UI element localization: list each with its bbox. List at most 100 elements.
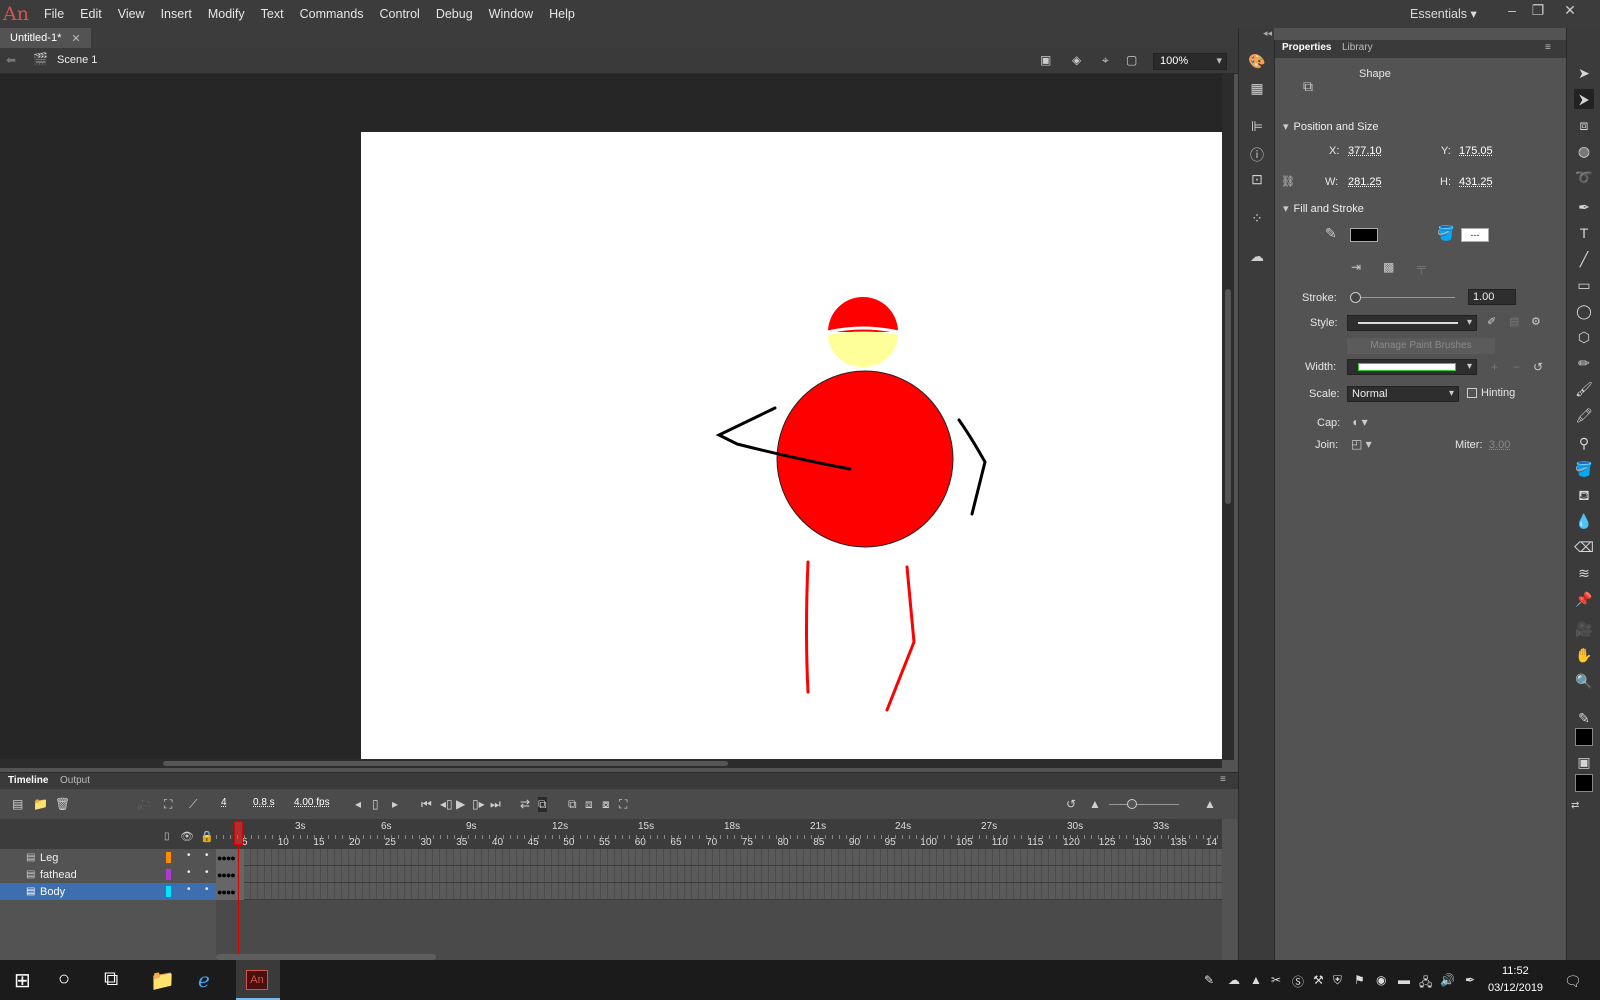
task-view-icon[interactable]: ⧉ [104, 968, 118, 991]
step-back-icon[interactable]: ◂▯ [440, 797, 453, 811]
line-tool-icon[interactable]: ╱ [1574, 249, 1594, 269]
tab-output[interactable]: Output [60, 775, 90, 786]
menu-commands[interactable]: Commands [292, 7, 372, 21]
color-palette-icon[interactable]: 🎨 [1247, 53, 1267, 71]
cc-libraries-icon[interactable]: ☁ [1247, 248, 1267, 266]
outline-toggle-icon[interactable]: ▯ [164, 831, 170, 842]
menu-file[interactable]: File [36, 7, 72, 21]
tray-wrench-icon[interactable]: ⚒ [1313, 973, 1324, 987]
file-explorer-icon[interactable]: 📁 [150, 968, 175, 993]
tray-nvidia-icon[interactable]: ◉ [1376, 973, 1386, 987]
vertical-scroll-thumb[interactable] [1225, 289, 1231, 504]
layer-lock-dot[interactable]: • [205, 867, 209, 878]
left-leg-stroke[interactable] [805, 560, 810, 694]
eyedropper-tool-icon[interactable]: 💧 [1574, 511, 1594, 531]
tray-pen-icon[interactable]: ✎ [1204, 973, 1214, 987]
w-field[interactable]: 281.25 [1348, 176, 1382, 188]
subselection-tool-icon[interactable]: ⮞ [1574, 89, 1594, 109]
playhead-handle[interactable] [234, 821, 243, 845]
tab-timeline[interactable]: Timeline [8, 775, 48, 786]
stroke-color-tool-swatch[interactable] [1575, 728, 1593, 746]
free-transform-tool-icon[interactable]: ⧈ [1574, 115, 1594, 135]
cap-style-dropdown[interactable]: ◖ ▾ [1351, 415, 1368, 429]
stroke-slider-track[interactable] [1355, 297, 1455, 298]
menu-help[interactable]: Help [541, 7, 583, 21]
edit-scene-icon[interactable]: ▣ [1040, 53, 1051, 67]
layer-depth-icon[interactable]: ⟋ [189, 797, 197, 812]
scale-dropdown[interactable]: Normal ▾ [1347, 386, 1459, 402]
fill-color-tool-swatch[interactable] [1575, 774, 1593, 792]
camera-tool-icon[interactable]: 🎥 [1574, 619, 1594, 639]
add-camera-icon[interactable]: 🎥 [137, 797, 152, 811]
animate-taskbar-button[interactable]: An [236, 960, 280, 1000]
go-to-first-frame-icon[interactable]: ⏮ [421, 797, 432, 812]
3d-rotation-tool-icon[interactable]: ◍ [1574, 141, 1594, 161]
menu-text[interactable]: Text [253, 7, 292, 21]
right-arm-stroke[interactable] [957, 418, 987, 516]
layer-parenting-icon[interactable]: ⛶ [164, 797, 172, 812]
hand-tool-icon[interactable]: ✋ [1574, 645, 1594, 665]
play-icon[interactable]: ▶ [456, 797, 465, 811]
fill-color-icon[interactable]: ▣ [1574, 752, 1594, 772]
layer-name[interactable]: fathead [40, 869, 77, 881]
new-layer-icon[interactable]: ▤ [12, 797, 23, 811]
x-field[interactable]: 377.10 [1348, 145, 1382, 157]
menu-control[interactable]: Control [372, 7, 428, 21]
face-shape[interactable] [828, 331, 898, 368]
brush-settings-icon[interactable]: ⚙ [1531, 315, 1541, 328]
paint-bucket-tool-icon[interactable]: 🪣 [1574, 459, 1594, 479]
timeline-menu-icon[interactable]: ≡ [1220, 774, 1226, 785]
stage-vertical-scrollbar[interactable] [1222, 74, 1234, 760]
frame-row-fathead[interactable] [216, 866, 1222, 883]
notifications-icon[interactable]: 🗨 [1564, 973, 1582, 990]
stroke-slider-thumb[interactable] [1350, 292, 1361, 303]
step-forward-icon[interactable]: ▯▸ [472, 797, 485, 811]
layer-name[interactable]: Body [40, 886, 65, 898]
reset-width-icon[interactable]: ↺ [1533, 360, 1543, 374]
layer-name[interactable]: Leg [40, 852, 58, 864]
h-field[interactable]: 431.25 [1459, 176, 1493, 188]
edit-multiple-frames-icon[interactable]: ⧇ [602, 797, 610, 812]
selection-tool-icon[interactable]: ➤ [1574, 63, 1594, 83]
frame-size-slider-track[interactable] [1109, 804, 1179, 805]
panel-menu-icon[interactable]: ≡ [1545, 42, 1551, 53]
layer-visibility-dot[interactable]: • [187, 867, 191, 878]
rectangle-tool-icon[interactable]: ▭ [1574, 275, 1594, 295]
frame-size-slider-thumb[interactable] [1127, 799, 1137, 809]
fill-color-swatch[interactable]: --- [1461, 228, 1489, 242]
close-tab-icon[interactable]: ✕ [71, 32, 80, 45]
layer-lock-dot[interactable]: • [205, 850, 209, 861]
next-frame-icon[interactable]: ▸ [392, 797, 398, 811]
workspace-switcher[interactable]: Essentials ▾ [1410, 6, 1477, 21]
stroke-join-icon[interactable]: ▩ [1383, 260, 1394, 274]
layer-visibility-dot[interactable]: • [187, 884, 191, 895]
keyframe-dots-body[interactable]: ●●●● [217, 887, 236, 897]
zoom-tool-icon[interactable]: 🔍 [1574, 671, 1594, 691]
keyframe-dots-leg[interactable]: ●●●● [217, 853, 236, 863]
bone-tool-icon[interactable]: ⚲ [1574, 433, 1594, 453]
timeline-ruler[interactable]: 3s 6s 9s 12s 15s 18s 21s 24s 27s 30s 33s… [216, 819, 1222, 849]
onion-outline-icon[interactable]: ⧈ [585, 797, 593, 812]
frame-grid[interactable]: 3s 6s 9s 12s 15s 18s 21s 24s 27s 30s 33s… [216, 819, 1222, 961]
undo-zoom-icon[interactable]: ↺ [1066, 797, 1076, 811]
new-folder-icon[interactable]: 📁 [33, 797, 48, 811]
tray-shield-icon[interactable]: ⛨ [1333, 973, 1342, 988]
swap-colors-icon[interactable]: ⇄ [1571, 800, 1579, 811]
taskbar-date[interactable]: 03/12/2019 [1488, 982, 1543, 994]
stage-horizontal-scrollbar[interactable] [0, 759, 1222, 768]
windows-start-icon[interactable]: ⊞ [14, 968, 31, 993]
document-tab[interactable]: Untitled-1* ✕ [0, 28, 91, 48]
delete-layer-icon[interactable]: 🗑 [55, 797, 70, 811]
menu-debug[interactable]: Debug [428, 7, 481, 21]
tray-cc-icon[interactable]: ☁ [1228, 973, 1240, 987]
lock-all-icon[interactable]: 🔒 [200, 830, 214, 843]
right-leg-stroke[interactable] [885, 565, 916, 712]
swatches-icon[interactable]: ▦ [1247, 80, 1267, 98]
small-frames-icon[interactable]: ▲ [1089, 797, 1101, 811]
go-to-last-frame-icon[interactable]: ⏭ [490, 797, 501, 812]
cortana-icon[interactable]: ○ [58, 968, 70, 991]
elapsed-time-field[interactable]: 0.8 s [253, 797, 275, 808]
layer-row-body[interactable]: ▤ Body • • [0, 883, 216, 900]
stroke-color-swatch[interactable] [1350, 228, 1378, 242]
menu-modify[interactable]: Modify [200, 7, 253, 21]
